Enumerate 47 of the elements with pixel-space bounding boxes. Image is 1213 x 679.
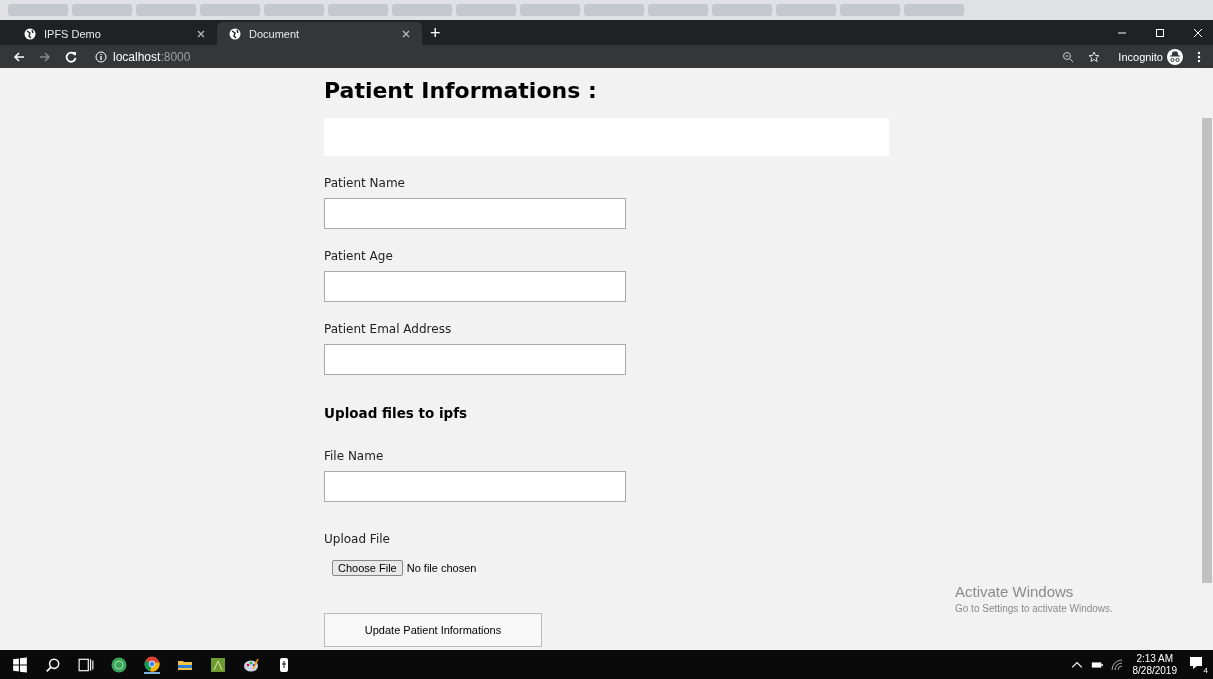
chrome-icon[interactable] — [144, 655, 160, 674]
field-label: Patient Emal Address — [324, 322, 452, 336]
paint-icon[interactable] — [243, 656, 259, 673]
maximize-icon[interactable] — [1155, 27, 1165, 38]
info-icon[interactable] — [95, 50, 107, 63]
notification-icon[interactable] — [1189, 655, 1203, 670]
field-label: File Name — [324, 449, 384, 463]
windows-start-icon[interactable] — [12, 656, 28, 673]
browser-tab[interactable]: IPFS Demo — [12, 22, 217, 45]
file-status: No file chosen — [406, 562, 477, 574]
field-label: Patient Name — [324, 176, 405, 190]
back-arrow-icon[interactable] — [13, 50, 25, 63]
notification-count: 4 — [1202, 665, 1209, 675]
star-icon[interactable] — [1088, 50, 1101, 63]
clock-date: 8/28/2019 — [1132, 664, 1177, 677]
field-label: Patient Age — [324, 249, 393, 263]
choose-file-button[interactable]: Choose File — [332, 560, 403, 576]
search-icon[interactable] — [45, 656, 61, 673]
clock[interactable]: 2:13 AM 8/28/2019 — [1132, 652, 1177, 677]
incognito-icon[interactable] — [1167, 48, 1183, 65]
wifi-icon[interactable] — [1110, 658, 1123, 671]
globe-icon — [24, 27, 36, 40]
reload-icon[interactable] — [65, 50, 77, 63]
update-button[interactable]: Update Patient Informations — [324, 613, 542, 647]
task-view-icon[interactable] — [78, 656, 94, 673]
address-field[interactable]: localhost:8000 — [113, 49, 191, 64]
new-tab-button[interactable]: + — [422, 22, 449, 45]
browser-tab[interactable]: Document — [217, 22, 422, 45]
activation-notice: Activate Windows — [955, 583, 1075, 600]
menu-icon[interactable] — [1197, 50, 1201, 63]
input-field[interactable] — [324, 198, 626, 229]
page-title: Patient Informations : — [324, 78, 597, 103]
input-field[interactable] — [324, 344, 626, 375]
globe-icon — [229, 27, 241, 40]
app-icon[interactable] — [111, 656, 127, 673]
app-icon[interactable] — [210, 656, 226, 673]
forward-arrow-icon[interactable] — [39, 50, 51, 63]
input-field[interactable] — [324, 271, 626, 302]
input-field[interactable] — [324, 471, 626, 502]
section-heading: Upload files to ipfs — [324, 405, 468, 421]
activation-hint: Go to Settings to activate Windows. — [955, 603, 1113, 614]
incognito-label: Incognito — [1118, 50, 1163, 63]
zoom-icon[interactable] — [1062, 50, 1075, 63]
clock-time: 2:13 AM — [1136, 652, 1174, 665]
field-label: Upload File — [324, 532, 390, 546]
close-icon[interactable] — [197, 29, 205, 38]
close-icon[interactable] — [402, 29, 410, 38]
